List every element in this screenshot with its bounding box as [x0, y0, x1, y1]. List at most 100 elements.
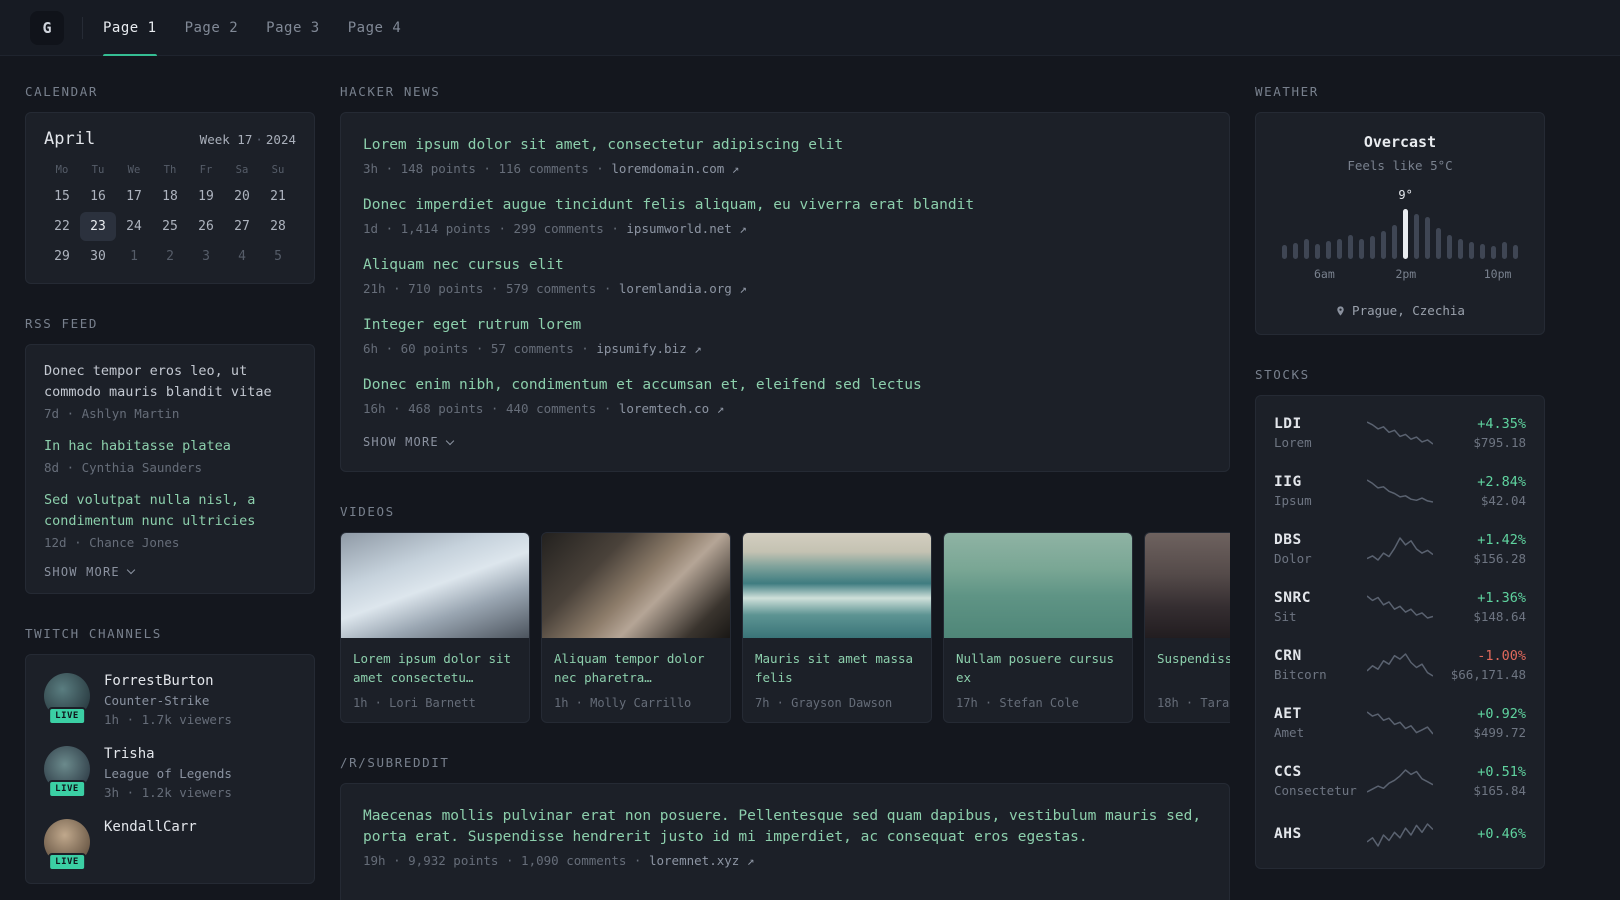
video-body: Aliquam tempor dolor nec pharetra… 1h · …: [542, 638, 730, 722]
stock-name: Bitcorn: [1274, 667, 1327, 682]
stock-row[interactable]: AHS +0.46%: [1274, 810, 1526, 860]
hackernews-section-title: HACKER NEWS: [340, 84, 441, 99]
hn-item-domain[interactable]: loremtech.co ↗: [619, 401, 724, 416]
external-link-icon: ↗: [746, 853, 755, 869]
stock-info: AET Amet: [1274, 706, 1361, 740]
channel-name[interactable]: Trisha: [104, 746, 232, 762]
video-card[interactable]: Suspendisse diam 18h · Tara Barrett: [1144, 532, 1230, 724]
stock-row[interactable]: LDI Lorem +4.35% $795.18: [1274, 404, 1526, 462]
domain-text: loremlandia.org: [618, 281, 732, 297]
rss-item-link[interactable]: In hac habitasse platea: [44, 436, 296, 457]
stock-change: +1.36%: [1477, 590, 1526, 606]
hn-item-domain[interactable]: ipsumworld.net ↗: [626, 221, 746, 236]
rss-item-link[interactable]: Sed volutpat nulla nisl, a condimentum n…: [44, 490, 296, 532]
hn-item-title[interactable]: Donec enim nibh, condimentum et accumsan…: [363, 375, 1207, 396]
hn-item-title[interactable]: Lorem ipsum dolor sit amet, consectetur …: [363, 135, 1207, 156]
stock-sparkline: [1361, 822, 1439, 848]
external-link-icon: ↗: [739, 221, 747, 237]
video-title[interactable]: Nullam posuere cursus ex: [956, 649, 1120, 688]
rss-item-link[interactable]: Donec tempor eros leo, ut commodo mauris…: [44, 361, 296, 403]
stock-info: CCS Consectetur: [1274, 764, 1361, 798]
page-tabs: Page 1 Page 2 Page 3 Page 4: [103, 0, 401, 56]
weather-bar: [1458, 239, 1463, 259]
stock-sparkline: [1361, 710, 1439, 736]
stock-ticker: LDI: [1274, 416, 1302, 432]
stock-row[interactable]: CRN Bitcorn -1.00% $66,171.48: [1274, 636, 1526, 694]
stock-sparkline: [1361, 652, 1439, 678]
video-card[interactable]: Mauris sit amet massa felis 7h · Grayson…: [742, 532, 932, 724]
rss-show-more-button[interactable]: SHOW MORE: [44, 565, 296, 579]
hn-item: Lorem ipsum dolor sit amet, consectetur …: [363, 135, 1207, 176]
twitch-channel[interactable]: LIVE Trisha League of Legends 3h · 1.2k …: [44, 745, 296, 800]
channel-viewers: 3h · 1.2k viewers: [104, 784, 232, 800]
channel-name[interactable]: ForrestBurton: [104, 673, 232, 689]
video-title[interactable]: Mauris sit amet massa felis: [755, 649, 919, 688]
stock-name: Amet: [1274, 725, 1305, 740]
twitch-widget: LIVE ForrestBurton Counter-Strike 1h · 1…: [25, 653, 315, 884]
stock-ticker: AET: [1274, 706, 1302, 722]
calendar-day: 16: [90, 189, 106, 204]
hn-item-domain[interactable]: ipsumify.biz ↗: [596, 341, 701, 356]
stock-change: +0.51%: [1477, 764, 1526, 780]
tab-page-4[interactable]: Page 4: [348, 0, 402, 56]
domain-text: ipsumworld.net: [626, 221, 732, 237]
location-pin-icon: [1337, 305, 1344, 316]
external-link-icon: ↗: [716, 401, 725, 417]
calendar-section: CALENDAR April Week 17 · 2024 Mo Tu We Th …: [25, 84, 315, 284]
rss-section-title: RSS FEED: [25, 316, 99, 331]
tab-page-2[interactable]: Page 2: [185, 0, 239, 56]
reddit-post-domain[interactable]: loremnet.xyz ↗: [649, 853, 754, 868]
stock-sparkline: [1361, 768, 1439, 794]
stock-values: +2.84% $42.04: [1439, 474, 1526, 508]
calendar-dow: Su: [271, 164, 285, 176]
twitch-channel[interactable]: LIVE KendallCarr: [44, 818, 296, 871]
stock-info: AHS: [1274, 826, 1361, 845]
weather-bar: [1348, 235, 1353, 259]
stock-row[interactable]: DBS Dolor +1.42% $156.28: [1274, 520, 1526, 578]
hn-item-title[interactable]: Aliquam nec cursus elit: [363, 255, 1207, 276]
video-body: Lorem ipsum dolor sit amet consectetu… 1…: [341, 638, 529, 722]
stock-values: -1.00% $66,171.48: [1439, 648, 1526, 682]
weather-bar: [1282, 245, 1287, 259]
weather-bar: [1513, 245, 1518, 259]
calendar-day-next-month: 1: [130, 249, 138, 264]
reddit-post-title[interactable]: Maecenas mollis pulvinar erat non posuer…: [363, 806, 1207, 848]
chevron-down-icon: [126, 565, 136, 575]
hn-show-more-button[interactable]: SHOW MORE: [363, 435, 1207, 449]
video-card[interactable]: Aliquam tempor dolor nec pharetra… 1h · …: [541, 532, 731, 724]
external-link-icon: ↗: [731, 161, 740, 177]
calendar-day: 21: [270, 189, 286, 204]
stock-change: +0.92%: [1477, 706, 1526, 722]
external-link-icon: ↗: [739, 281, 747, 297]
stock-row[interactable]: AET Amet +0.92% $499.72: [1274, 694, 1526, 752]
video-card[interactable]: Lorem ipsum dolor sit amet consectetu… 1…: [340, 532, 530, 724]
stock-row[interactable]: IIG Ipsum +2.84% $42.04: [1274, 462, 1526, 520]
video-title[interactable]: Aliquam tempor dolor nec pharetra…: [554, 649, 718, 688]
stock-row[interactable]: SNRC Sit +1.36% $148.64: [1274, 578, 1526, 636]
stock-sparkline: [1361, 420, 1439, 446]
video-meta: 1h · Molly Carrillo: [554, 696, 692, 711]
video-title[interactable]: Suspendisse diam: [1157, 649, 1230, 688]
hn-item-domain[interactable]: loremdomain.com ↗: [611, 161, 739, 176]
calendar-day: 24: [126, 219, 142, 234]
video-meta: 17h · Stefan Cole: [956, 696, 1079, 711]
tab-page-3[interactable]: Page 3: [266, 0, 320, 56]
video-card[interactable]: Nullam posuere cursus ex 17h · Stefan Co…: [943, 532, 1133, 724]
weather-bar: [1381, 231, 1386, 259]
hn-item-title[interactable]: Donec imperdiet augue tincidunt felis al…: [363, 195, 1207, 216]
weather-bar: [1326, 241, 1331, 259]
stock-row[interactable]: CCS Consectetur +0.51% $165.84: [1274, 752, 1526, 810]
stock-ticker: IIG: [1274, 474, 1302, 490]
video-title[interactable]: Lorem ipsum dolor sit amet consectetu…: [353, 649, 517, 688]
stock-change: -1.00%: [1477, 648, 1526, 664]
hn-item-domain[interactable]: loremlandia.org ↗: [619, 281, 747, 296]
videos-section: VIDEOS Lorem ipsum dolor sit amet consec…: [340, 504, 1230, 724]
hn-item-meta: 1d · 1,414 points · 299 comments · ipsum…: [363, 221, 1207, 236]
twitch-channel[interactable]: LIVE ForrestBurton Counter-Strike 1h · 1…: [44, 672, 296, 727]
calendar-dow: Sa: [235, 164, 249, 176]
twitch-section: TWITCH CHANNELS LIVE ForrestBurton Count…: [25, 626, 315, 884]
hackernews-widget: Lorem ipsum dolor sit amet, consectetur …: [340, 112, 1230, 473]
channel-name[interactable]: KendallCarr: [104, 819, 197, 835]
hn-item-title[interactable]: Integer eget rutrum lorem: [363, 315, 1207, 336]
tab-page-1[interactable]: Page 1: [103, 0, 157, 56]
